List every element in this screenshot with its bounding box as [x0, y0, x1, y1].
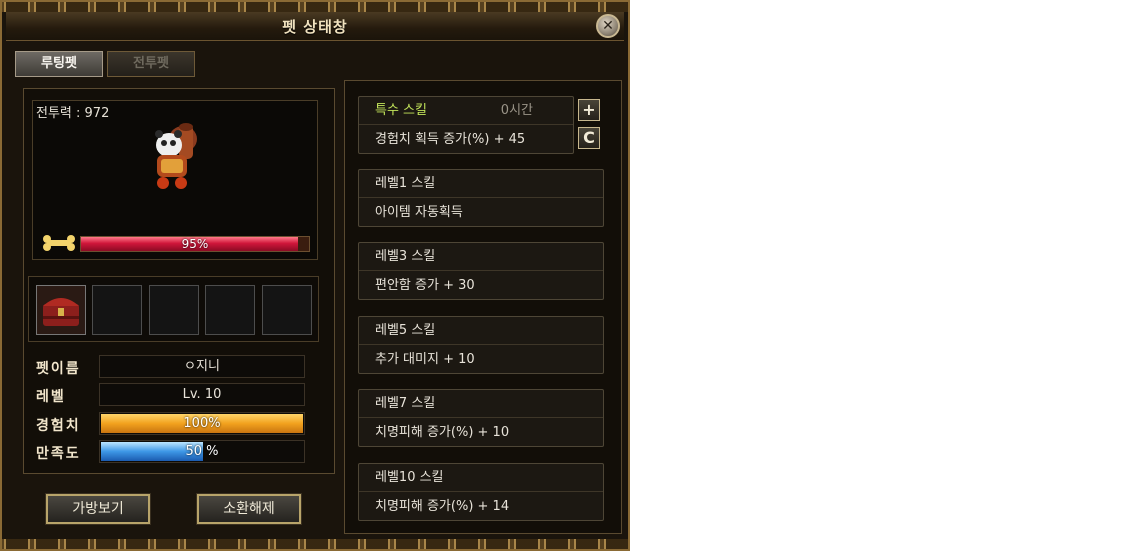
exp-bar: 100%: [99, 412, 305, 435]
treasure-chest-icon: [37, 286, 85, 334]
pet-name-field: ㅇ지니: [99, 355, 305, 378]
skill-card-level5: 레벨5 스킬 추가 대미지 + 10: [358, 316, 604, 374]
skill-effect: 치명피해 증가(%) + 10: [375, 425, 510, 440]
combat-power: 전투력 : 972: [36, 106, 110, 121]
close-icon[interactable]: ✕: [596, 14, 620, 38]
satisfaction-value: 50: [185, 444, 203, 459]
skill-card-level7: 레벨7 스킬 치명피해 증가(%) + 10: [358, 389, 604, 447]
satisfaction-bar: 50 %: [99, 440, 305, 463]
equip-slot-1[interactable]: [36, 285, 86, 335]
window-border-bottom: [2, 539, 628, 549]
bone-icon: [43, 235, 75, 251]
pet-satisfaction-label: 만족도: [36, 446, 81, 462]
skill-effect: 아이템 자동획득: [375, 205, 463, 220]
skill-card-level1: 레벨1 스킬 아이템 자동획득: [358, 169, 604, 227]
special-skill-card: 특수 스킬 0시간 경험치 획득 증가(%) + 45: [358, 96, 574, 154]
skill-effect: 편안함 증가 + 30: [375, 278, 475, 293]
tab-looting-pet[interactable]: 루팅펫: [15, 51, 103, 77]
equip-slot-3[interactable]: [149, 285, 199, 335]
dismiss-pet-button[interactable]: 소환해제: [196, 493, 302, 525]
pet-sprite-icon: [155, 123, 197, 189]
pet-level-label: 레벨: [36, 389, 66, 405]
tab-combat-pet[interactable]: 전투펫: [107, 51, 195, 77]
pet-level-field: Lv. 10: [99, 383, 305, 406]
window-title: 펫 상태창: [282, 18, 348, 36]
skill-card-level10: 레벨10 스킬 치명피해 증가(%) + 14: [358, 463, 604, 521]
equip-slot-4[interactable]: [205, 285, 255, 335]
pet-exp-label: 경험치: [36, 418, 81, 434]
skill-title: 레벨5 스킬: [359, 317, 603, 345]
skill-title: 레벨7 스킬: [359, 390, 603, 418]
window-border-top: [2, 2, 628, 12]
skill-title: 레벨3 스킬: [359, 243, 603, 271]
equip-slot-2[interactable]: [92, 285, 142, 335]
plus-icon[interactable]: +: [578, 99, 600, 121]
satisfaction-unit: %: [206, 444, 219, 459]
skill-effect: 추가 대미지 + 10: [375, 352, 475, 367]
special-skill-time: 0시간: [500, 103, 533, 118]
skill-title: 레벨10 스킬: [359, 464, 603, 492]
skill-effect: 치명피해 증가(%) + 14: [375, 499, 510, 514]
refresh-icon[interactable]: C: [578, 127, 600, 149]
exp-percent: 100%: [183, 416, 221, 431]
skill-card-level3: 레벨3 스킬 편안함 증가 + 30: [358, 242, 604, 300]
skill-title: 레벨1 스킬: [359, 170, 603, 198]
title-bar[interactable]: 펫 상태창 ✕: [6, 12, 624, 41]
hunger-percent: 95%: [181, 237, 209, 251]
special-skill-title: 특수 스킬: [359, 97, 573, 125]
special-skill-effect: 경험치 획득 증가(%) + 45: [375, 132, 526, 147]
pet-name-label: 펫이름: [36, 361, 81, 377]
pet-tabs: 루팅펫 전투펫: [15, 51, 195, 77]
equip-slot-5[interactable]: [262, 285, 312, 335]
bag-view-button[interactable]: 가방보기: [45, 493, 151, 525]
